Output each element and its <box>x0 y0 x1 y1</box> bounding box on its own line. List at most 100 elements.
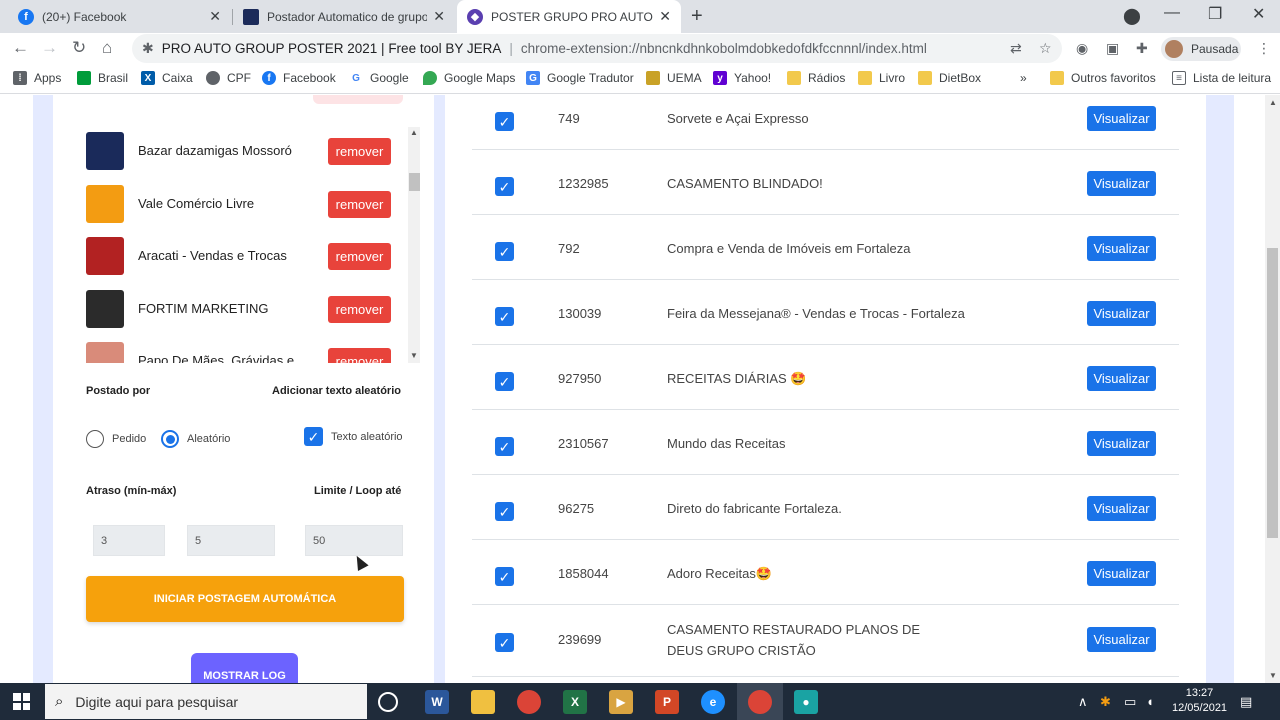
devtools-icon[interactable]: ▣ <box>1106 40 1119 57</box>
row-checkbox[interactable]: ✓ <box>495 307 514 326</box>
edge-icon[interactable]: e <box>701 690 725 714</box>
extensions-puzzle-icon[interactable]: ✚ <box>1136 40 1148 57</box>
bookmark-brasil[interactable]: Brasil <box>77 71 128 85</box>
view-button[interactable]: Visualizar <box>1087 236 1156 261</box>
bookmarks-overflow-button[interactable]: » <box>1020 71 1027 85</box>
random-text-checkbox[interactable]: ✓ <box>304 427 323 446</box>
volume-icon[interactable]: ◖ <box>1146 694 1154 709</box>
new-tab-button[interactable]: + <box>691 5 703 28</box>
bookmark-google[interactable]: G Google <box>349 71 409 85</box>
bookmark-cpf[interactable]: CPF <box>206 71 251 85</box>
windows-start-icon[interactable] <box>13 693 30 710</box>
row-checkbox[interactable]: ✓ <box>495 177 514 196</box>
selected-groups-list: Bazar dazamigas Mossoró remover Vale Com… <box>86 127 408 363</box>
taskbar-search[interactable]: ⌕ Digite aqui para pesquisar <box>45 684 367 719</box>
cortana-icon[interactable] <box>378 692 398 712</box>
notifications-icon[interactable]: ▤ <box>1240 694 1252 710</box>
view-button[interactable]: Visualizar <box>1087 366 1156 391</box>
view-button[interactable]: Visualizar <box>1087 106 1156 131</box>
remove-button[interactable]: remover <box>328 243 391 270</box>
menu-kebab-icon[interactable]: ⋮ <box>1257 40 1271 57</box>
bookmark-livro[interactable]: Livro <box>858 71 905 85</box>
translate-icon[interactable]: ⇄ <box>1010 40 1022 57</box>
view-button[interactable]: Visualizar <box>1087 301 1156 326</box>
excel-icon[interactable]: X <box>563 690 587 714</box>
profile-button[interactable]: Pausada <box>1161 37 1241 61</box>
chrome-icon[interactable] <box>517 690 541 714</box>
view-button[interactable]: Visualizar <box>1087 561 1156 586</box>
scroll-up-icon[interactable]: ▲ <box>1269 98 1277 107</box>
reload-icon[interactable]: ↻ <box>72 38 86 58</box>
bookmark-caixa[interactable]: X Caixa <box>141 71 193 85</box>
word-icon[interactable]: W <box>425 690 449 714</box>
delay-min-input[interactable]: 3 <box>93 525 165 556</box>
delay-max-input[interactable]: 5 <box>187 525 275 556</box>
screen-recorder-icon[interactable]: ● <box>794 690 818 714</box>
forward-icon[interactable]: → <box>41 38 58 58</box>
network-icon[interactable]: ▭ <box>1124 694 1136 710</box>
back-icon[interactable]: ← <box>12 38 29 58</box>
file-explorer-icon[interactable] <box>471 690 495 714</box>
row-checkbox[interactable]: ✓ <box>495 242 514 261</box>
tab-facebook[interactable]: f (20+) Facebook ✕ <box>8 0 231 33</box>
radio-aleatorio[interactable] <box>161 430 179 448</box>
tray-overflow-icon[interactable]: ∧ <box>1078 694 1088 710</box>
bookmark-facebook[interactable]: f Facebook <box>262 71 336 85</box>
group-list-scrollbar[interactable] <box>408 127 420 363</box>
tab-poster-grupo[interactable]: ◆ POSTER GRUPO PRO AUTO 2021 ✕ <box>457 0 681 33</box>
bookmark-outros-favoritos[interactable]: Outros favoritos <box>1050 71 1156 85</box>
bookmark-apps[interactable]: ⁞ Apps <box>13 71 61 85</box>
extension-globe-icon[interactable]: ◉ <box>1076 40 1088 57</box>
group-name: Compra e Venda de Imóveis em Fortaleza <box>667 241 911 256</box>
remove-button[interactable]: remover <box>328 138 391 165</box>
remove-button[interactable]: remover <box>328 348 391 363</box>
row-checkbox[interactable]: ✓ <box>495 112 514 131</box>
powerpoint-icon[interactable]: P <box>655 690 679 714</box>
table-row: ✓ 792 Compra e Venda de Imóveis em Forta… <box>472 215 1179 280</box>
bookmark-dietbox[interactable]: DietBox <box>918 71 981 85</box>
window-close-icon[interactable]: ✕ <box>1252 4 1265 24</box>
scroll-down-icon[interactable]: ▼ <box>1269 671 1277 680</box>
address-bar[interactable]: ✱ PRO AUTO GROUP POSTER 2021 | Free tool… <box>132 34 1062 63</box>
view-button[interactable]: Visualizar <box>1087 627 1156 652</box>
remove-button[interactable]: remover <box>328 191 391 218</box>
bookmark-yahoo[interactable]: y Yahoo! <box>713 71 771 85</box>
view-button[interactable]: Visualizar <box>1087 431 1156 456</box>
row-checkbox[interactable]: ✓ <box>495 437 514 456</box>
view-button[interactable]: Visualizar <box>1087 171 1156 196</box>
clipped-button[interactable] <box>313 95 403 104</box>
system-clock[interactable]: 13:27 12/05/2021 <box>1172 686 1227 716</box>
bookmark-radios[interactable]: Rádios <box>787 71 845 85</box>
remove-button[interactable]: remover <box>328 296 391 323</box>
restore-icon[interactable]: ❐ <box>1208 4 1222 24</box>
row-checkbox[interactable]: ✓ <box>495 372 514 391</box>
tab-search-icon[interactable]: ⬤ <box>1123 6 1141 26</box>
row-checkbox[interactable]: ✓ <box>495 567 514 586</box>
app-tray-icon[interactable]: ✱ <box>1100 694 1111 710</box>
row-checkbox[interactable]: ✓ <box>495 502 514 521</box>
minimize-icon[interactable]: — <box>1164 4 1180 22</box>
star-icon[interactable]: ☆ <box>1039 40 1052 57</box>
close-icon[interactable]: ✕ <box>433 8 445 25</box>
chrome-profile-icon[interactable] <box>748 690 772 714</box>
media-player-icon[interactable]: ▶ <box>609 690 633 714</box>
reading-list-button[interactable]: ≡ Lista de leitura <box>1172 71 1271 85</box>
close-icon[interactable]: ✕ <box>659 8 671 25</box>
limit-input[interactable]: 50 <box>305 525 403 556</box>
close-icon[interactable]: ✕ <box>209 8 221 25</box>
home-icon[interactable]: ⌂ <box>102 38 112 58</box>
page-scrollbar[interactable]: ▲ ▼ <box>1265 95 1280 683</box>
radio-pedido[interactable] <box>86 430 104 448</box>
page-scroll-thumb[interactable] <box>1267 248 1278 538</box>
group-list-scroll-thumb[interactable] <box>409 173 420 191</box>
bookmark-google-tradutor[interactable]: G Google Tradutor <box>526 71 634 85</box>
scroll-up-icon[interactable]: ▲ <box>410 128 418 137</box>
show-log-button[interactable]: MOSTRAR LOG <box>191 653 298 683</box>
bookmark-google-maps[interactable]: Google Maps <box>423 71 515 85</box>
bookmark-uema[interactable]: UEMA <box>646 71 702 85</box>
scroll-down-icon[interactable]: ▼ <box>410 351 418 360</box>
tab-postador[interactable]: Postador Automatico de grupo d ✕ <box>233 0 455 33</box>
view-button[interactable]: Visualizar <box>1087 496 1156 521</box>
start-auto-post-button[interactable]: INICIAR POSTAGEM AUTOMÁTICA <box>86 576 404 622</box>
row-checkbox[interactable]: ✓ <box>495 633 514 652</box>
